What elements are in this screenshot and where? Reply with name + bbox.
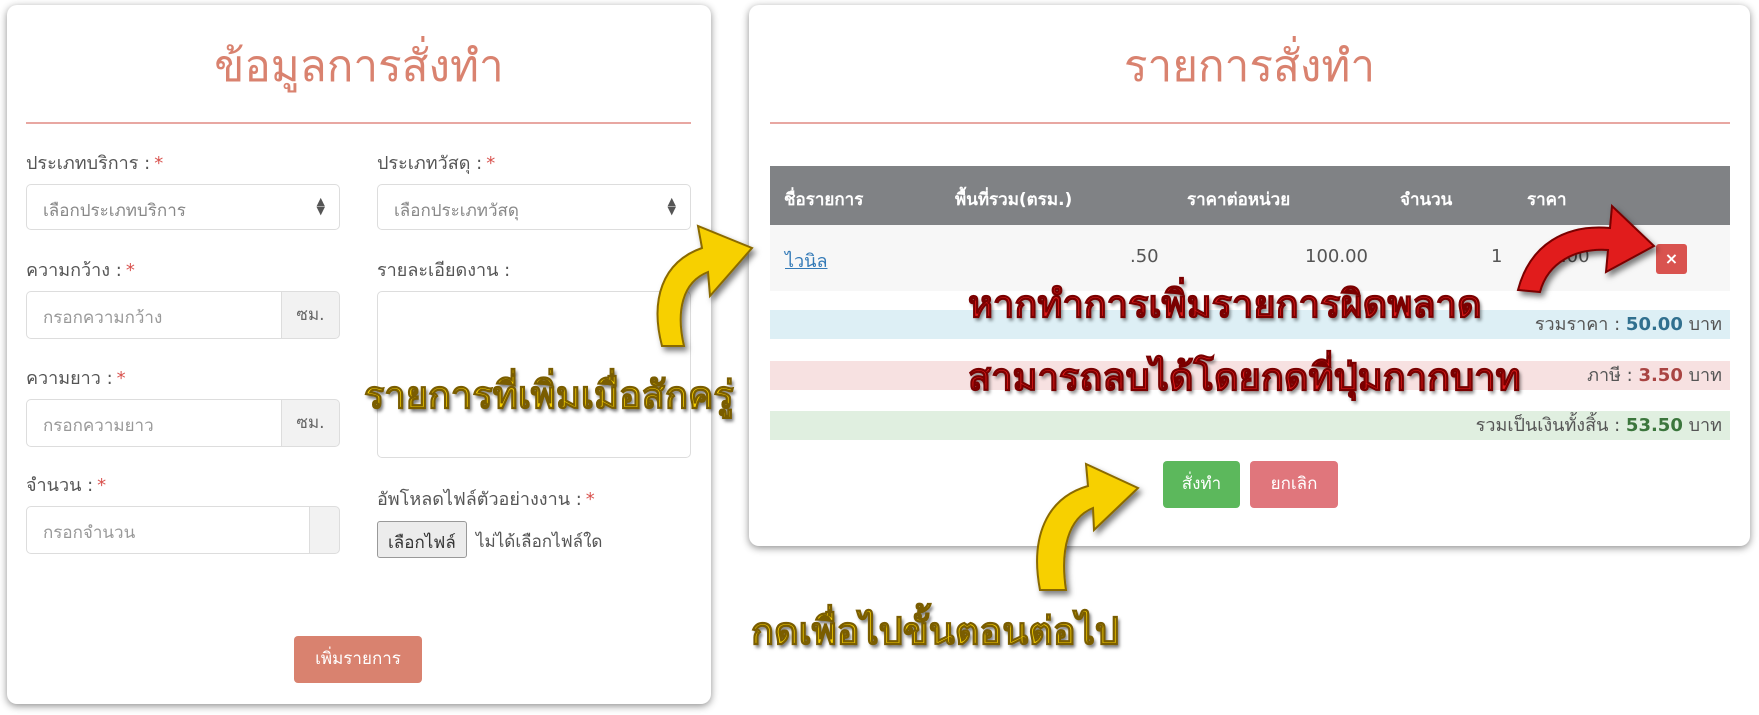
red-arrow-icon — [1516, 203, 1656, 294]
yellow-arrow-icon — [656, 224, 754, 347]
next-step-annotation: กดเพื่อไปขั้นตอนต่อไป — [751, 609, 1120, 654]
delete-hint-line1: หากทำการเพิ่มรายการผิดพลาด — [968, 282, 1483, 327]
delete-hint-line2: สามารถลบได้โดยกดที่ปุ่มกากบาท — [968, 355, 1522, 400]
added-items-annotation: รายการที่เพิ่มเมื่อสักครู่ — [364, 373, 735, 418]
yellow-arrow-icon — [1036, 462, 1140, 591]
